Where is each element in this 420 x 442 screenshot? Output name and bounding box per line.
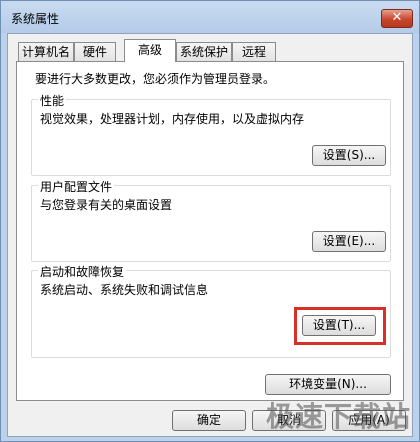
close-button[interactable]: ✕ [381, 9, 413, 28]
ok-button[interactable]: 确定 [172, 410, 246, 431]
user-profiles-settings-button[interactable]: 设置(E)... [312, 231, 386, 252]
user-profiles-desc: 与您登录有关的桌面设置 [40, 198, 173, 212]
tab-hardware[interactable]: 硬件 [74, 42, 116, 61]
system-properties-window: 系统属性 ✕ 计算机名 硬件 高级 系统保护 远程 要进行大多数更改，您必须作为… [0, 0, 420, 442]
performance-desc: 视觉效果，处理器计划，内存使用，以及虚拟内存 [40, 112, 305, 126]
dialog-client-area: 计算机名 硬件 高级 系统保护 远程 要进行大多数更改，您必须作为管理员登录。 … [7, 33, 413, 437]
tab-advanced[interactable]: 高级 [124, 39, 176, 62]
tab-computer-name[interactable]: 计算机名 [18, 42, 74, 61]
user-profiles-group: 用户配置文件 与您登录有关的桌面设置 设置(E)... [31, 178, 391, 262]
performance-settings-button[interactable]: 设置(S)... [312, 145, 386, 166]
tab-remote[interactable]: 远程 [232, 42, 276, 61]
user-profiles-title: 用户配置文件 [38, 178, 115, 195]
startup-recovery-desc: 系统启动、系统失败和调试信息 [40, 283, 209, 297]
startup-recovery-group: 启动和故障恢复 系统启动、系统失败和调试信息 设置(T)... [31, 263, 391, 358]
tab-system-protection[interactable]: 系统保护 [176, 42, 232, 61]
window-title: 系统属性 [11, 12, 60, 26]
title-bar[interactable]: 系统属性 ✕ [1, 1, 419, 33]
watermark-logo: 极速下载站 [265, 400, 411, 433]
performance-title: 性能 [38, 92, 67, 109]
admin-notice: 要进行大多数更改，您必须作为管理员登录。 [35, 72, 276, 86]
highlight-box [294, 307, 386, 345]
startup-recovery-title: 启动和故障恢复 [38, 263, 127, 280]
performance-group: 性能 视觉效果，处理器计划，内存使用，以及虚拟内存 设置(S)... [31, 92, 391, 176]
environment-variables-button[interactable]: 环境变量(N)... [265, 374, 391, 395]
advanced-tab-panel: 要进行大多数更改，您必须作为管理员登录。 性能 视觉效果，处理器计划，内存使用，… [16, 61, 404, 401]
